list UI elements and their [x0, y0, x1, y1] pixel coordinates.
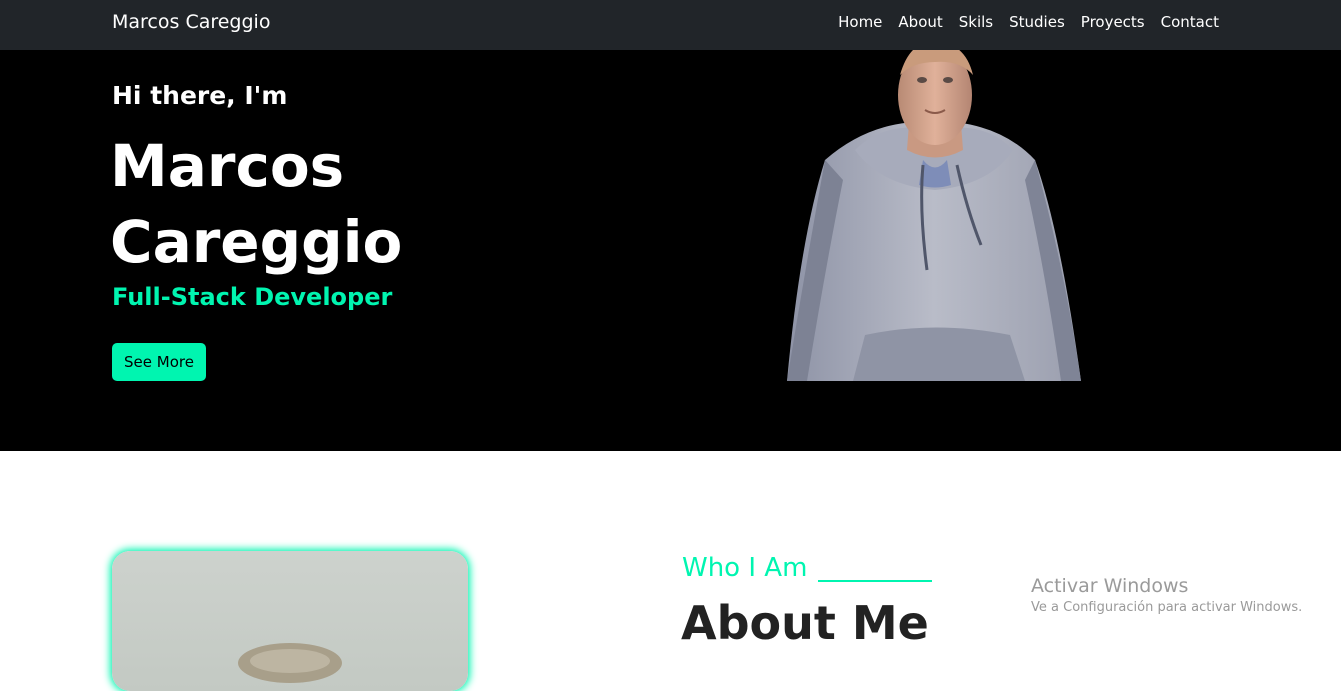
nav-link-skils[interactable]: Skils	[959, 13, 993, 31]
nav-link-proyects[interactable]: Proyects	[1081, 13, 1145, 31]
avatar-3d-image	[787, 50, 1081, 381]
about-kicker-underline	[818, 580, 932, 582]
windows-watermark-title: Activar Windows	[1031, 575, 1189, 597]
about-kicker: Who I Am	[682, 553, 808, 583]
brand-link[interactable]: Marcos Careggio	[112, 11, 270, 33]
hero-name-line1: Marcos	[110, 132, 345, 200]
see-more-button[interactable]: See More	[112, 343, 206, 381]
windows-watermark-subtitle: Ve a Configuración para activar Windows.	[1031, 600, 1303, 615]
nav-link-contact[interactable]: Contact	[1161, 13, 1219, 31]
nav-link-studies[interactable]: Studies	[1009, 13, 1065, 31]
hero-role: Full-Stack Developer	[112, 283, 393, 311]
hero-section: Hi there, I'm Marcos Careggio Full-Stack…	[0, 50, 1341, 451]
nav-link-home[interactable]: Home	[838, 13, 882, 31]
nav-link-about[interactable]: About	[898, 13, 942, 31]
about-profile-photo	[112, 551, 468, 691]
hero-name: Marcos Careggio	[110, 128, 402, 280]
profile-photo-icon	[238, 643, 342, 683]
navbar: Marcos Careggio Home About Skils Studies…	[0, 0, 1341, 50]
nav-links: Home About Skils Studies Proyects Contac…	[838, 13, 1219, 31]
hero-name-line2: Careggio	[110, 208, 403, 276]
about-title: About Me	[681, 596, 929, 650]
hero-greeting: Hi there, I'm	[112, 81, 288, 110]
